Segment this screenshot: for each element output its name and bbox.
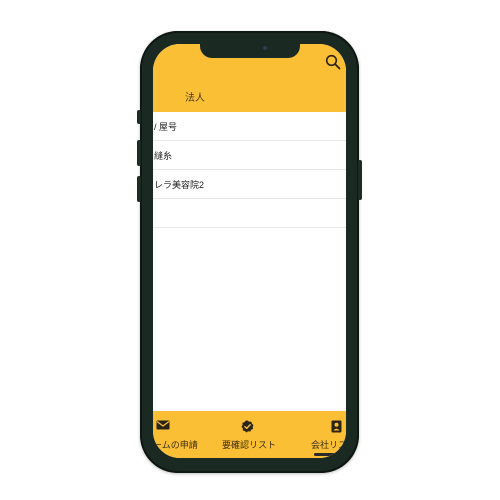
tab-review-list[interactable]: 要確認リスト	[217, 411, 287, 458]
tab-company-list[interactable]: 会社リス	[287, 411, 346, 458]
bottom-tab-bar: ームの申請 要確認リスト 会社リス	[153, 411, 346, 458]
list-item[interactable]: レラ美容院2	[153, 170, 346, 199]
mute-switch	[137, 110, 141, 124]
tab-label: 要確認リスト	[222, 440, 277, 450]
check-badge-icon	[241, 420, 254, 433]
notch	[200, 44, 300, 58]
tab-label: ームの申請	[153, 440, 198, 450]
phone-screen: 法人 / 屋号 縫糸 レラ美容院2 ームの申請 要確認リスト 会社リス	[153, 44, 346, 458]
list-item-label: 縫糸	[154, 150, 173, 161]
list-item-label: レラ美容院2	[154, 179, 205, 190]
tab-application[interactable]: ームの申請	[153, 411, 217, 458]
envelope-icon	[156, 420, 170, 430]
search-icon[interactable]	[325, 54, 341, 70]
volume-down-button	[137, 176, 141, 202]
list-item[interactable]: / 屋号	[153, 112, 346, 141]
list-item[interactable]	[153, 199, 346, 228]
front-camera	[263, 46, 267, 50]
page-title: 法人	[185, 93, 205, 104]
app-header: 法人	[153, 44, 346, 112]
list-item-label: / 屋号	[154, 121, 178, 132]
home-indicator	[314, 453, 344, 456]
tab-label: 会社リス	[311, 440, 346, 450]
company-list: / 屋号 縫糸 レラ美容院2	[153, 112, 346, 228]
list-item[interactable]: 縫糸	[153, 141, 346, 170]
volume-up-button	[137, 140, 141, 166]
contact-card-icon	[331, 420, 342, 433]
power-button	[358, 160, 362, 200]
